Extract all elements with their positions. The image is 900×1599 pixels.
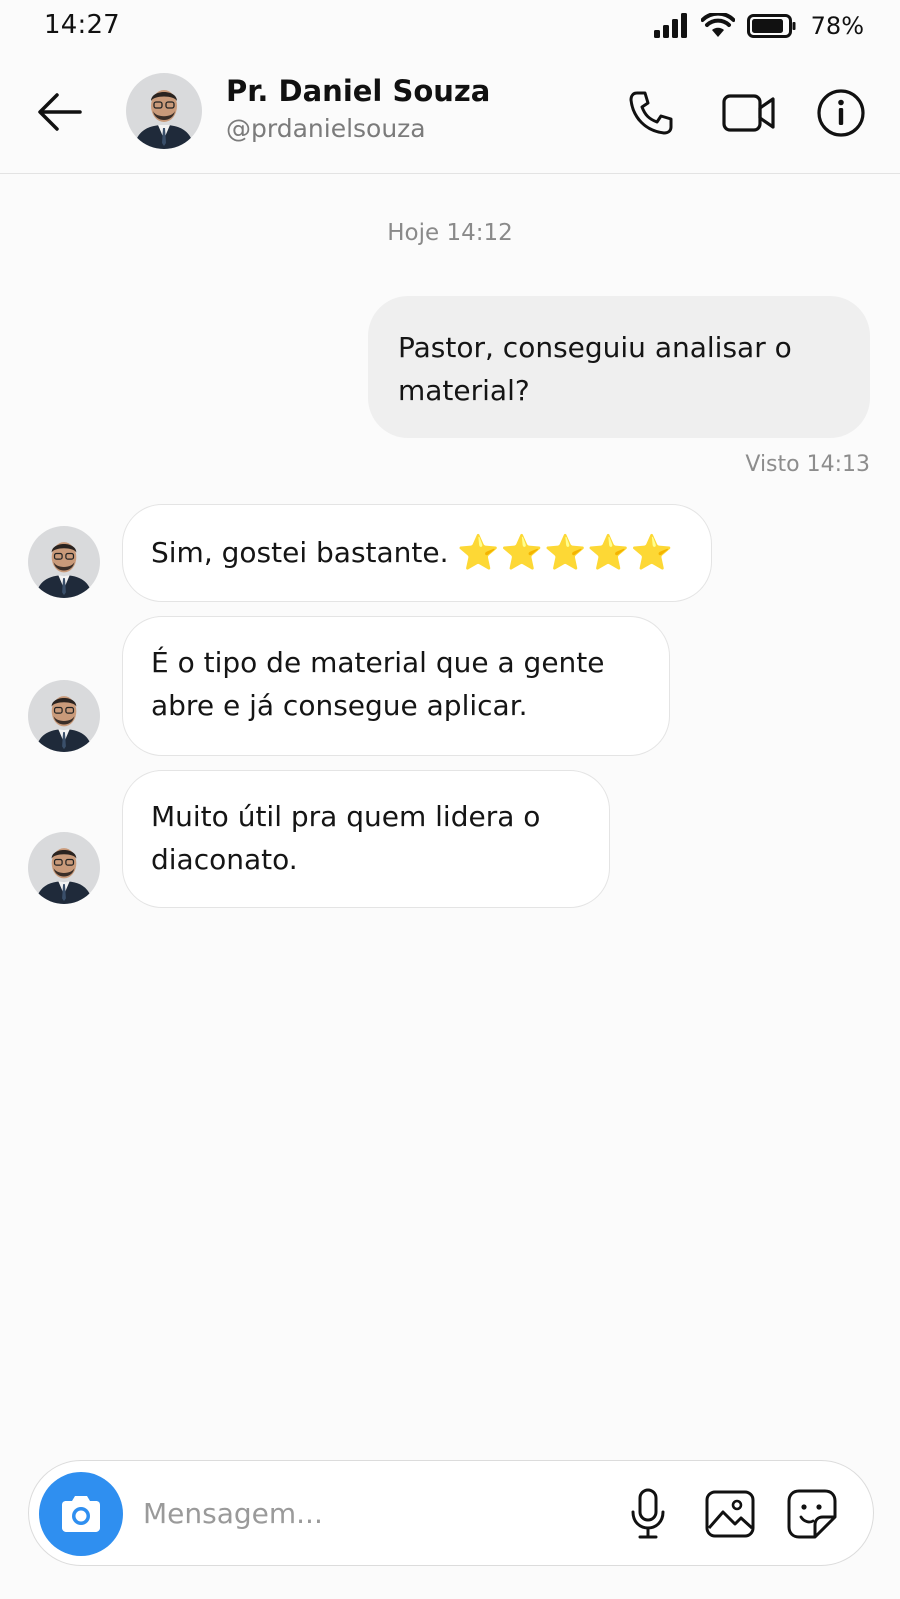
outgoing-message[interactable]: Pastor, conseguiu analisar o material? bbox=[368, 296, 870, 438]
camera-button[interactable] bbox=[39, 1472, 123, 1556]
incoming-message[interactable]: Sim, gostei bastante. ⭐⭐⭐⭐⭐ bbox=[122, 504, 712, 602]
wifi-icon bbox=[700, 13, 735, 37]
five-star-emoji: ⭐⭐⭐⭐⭐ bbox=[457, 533, 675, 573]
message-text-line: Pastor, conseguiu analisar o bbox=[398, 331, 792, 364]
incoming-message-row: Sim, gostei bastante. ⭐⭐⭐⭐⭐ bbox=[0, 504, 900, 602]
avatar-portrait-icon bbox=[28, 680, 100, 752]
info-icon bbox=[817, 89, 865, 137]
status-time: 14:27 bbox=[44, 10, 120, 40]
contact-avatar[interactable] bbox=[126, 73, 202, 149]
incoming-message[interactable]: Muito útil pra quem lidera o diaconato. bbox=[122, 770, 610, 908]
incoming-message-row: Muito útil pra quem lidera o diaconato. bbox=[0, 770, 900, 908]
battery-icon bbox=[746, 14, 796, 38]
call-button[interactable] bbox=[624, 86, 678, 140]
message-text-line: diaconato. bbox=[151, 843, 298, 876]
message-text-line: abre e já consegue aplicar. bbox=[151, 689, 528, 722]
sticker-icon bbox=[787, 1489, 837, 1539]
avatar-portrait-icon bbox=[28, 526, 100, 598]
sender-avatar[interactable] bbox=[28, 832, 100, 904]
message-text-line: material? bbox=[398, 374, 530, 407]
message-text-line: É o tipo de material que a gente bbox=[151, 646, 605, 679]
voice-message-button[interactable] bbox=[619, 1485, 677, 1543]
chat-header: Pr. Daniel Souza @prdanielsouza bbox=[0, 56, 900, 174]
contact-handle: @prdanielsouza bbox=[226, 114, 426, 143]
seen-status: Visto 14:13 bbox=[745, 452, 870, 477]
info-button[interactable] bbox=[814, 86, 868, 140]
back-arrow-icon bbox=[38, 93, 82, 131]
message-input[interactable] bbox=[143, 1491, 583, 1535]
incoming-message[interactable]: É o tipo de material que a gente abre e … bbox=[122, 616, 670, 756]
message-composer bbox=[28, 1460, 874, 1566]
sender-avatar[interactable] bbox=[28, 526, 100, 598]
signal-icon bbox=[653, 13, 687, 38]
video-camera-icon bbox=[722, 94, 775, 132]
message-text-line: Muito útil pra quem lidera o bbox=[151, 800, 541, 833]
status-indicators: 78% bbox=[653, 12, 864, 40]
microphone-icon bbox=[631, 1488, 665, 1539]
sender-avatar[interactable] bbox=[28, 680, 100, 752]
status-bar: 14:27 78% bbox=[0, 0, 900, 54]
image-icon bbox=[705, 1490, 755, 1538]
sticker-button[interactable] bbox=[783, 1485, 841, 1543]
incoming-message-row: É o tipo de material que a gente abre e … bbox=[0, 616, 900, 756]
back-button[interactable] bbox=[34, 86, 86, 138]
conversation-timestamp: Hoje 14:12 bbox=[387, 220, 513, 246]
gallery-button[interactable] bbox=[701, 1485, 759, 1543]
contact-name[interactable]: Pr. Daniel Souza bbox=[226, 74, 490, 108]
message-text: Sim, gostei bastante. bbox=[151, 536, 449, 569]
camera-icon bbox=[62, 1496, 100, 1532]
battery-percentage: 78% bbox=[810, 12, 864, 40]
avatar-portrait-icon bbox=[126, 73, 202, 149]
video-call-button[interactable] bbox=[722, 86, 776, 140]
avatar-portrait-icon bbox=[28, 832, 100, 904]
phone-icon bbox=[629, 91, 673, 135]
